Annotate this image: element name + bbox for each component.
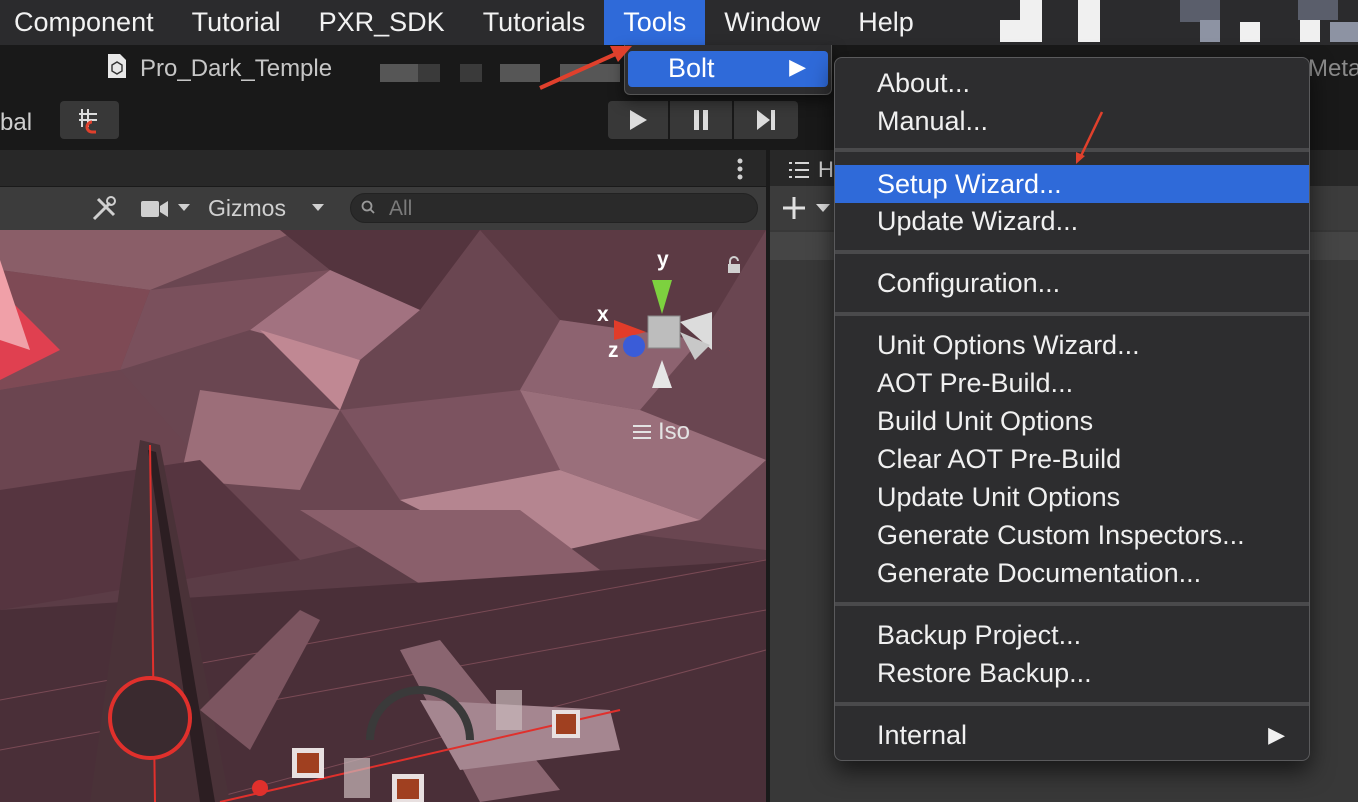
camera-dropdown[interactable] [130,188,200,228]
search-placeholder: All [389,197,413,220]
menu-pxr-sdk[interactable]: PXR_SDK [300,0,464,45]
gizmos-chevron-icon[interactable] [311,203,325,213]
menu-item-aot-pre-build[interactable]: AOT Pre-Build... [835,364,1309,402]
submenu-arrow-icon: ▶ [789,54,806,79]
orientation-gizmo[interactable] [600,270,730,400]
menu-item-generate-custom-inspectors[interactable]: Generate Custom Inspectors... [835,516,1309,554]
menu-item-backup-project[interactable]: Backup Project... [835,616,1309,654]
step-button[interactable] [734,101,798,139]
menu-component[interactable]: Component [0,0,173,45]
hamburger-icon [633,425,651,439]
meta-label: Meta [1308,55,1358,82]
list-icon [789,162,809,178]
menu-item-update-unit-options[interactable]: Update Unit Options [835,478,1309,516]
projection-toggle[interactable]: Iso [658,418,690,446]
menu-separator [835,602,1309,606]
menu-help[interactable]: Help [839,0,933,45]
search-icon [361,200,375,214]
play-icon [630,110,647,130]
menu-separator [835,250,1309,254]
menu-item-build-unit-options[interactable]: Build Unit Options [835,402,1309,440]
menu-separator [835,702,1309,706]
menu-item-bolt[interactable]: Bolt ▶ [628,51,828,87]
menu-item-generate-documentation[interactable]: Generate Documentation... [835,554,1309,592]
tab-hierarchy[interactable]: H [818,157,834,183]
scene-viewport[interactable] [0,230,766,802]
scene-search-input[interactable]: All [350,193,758,223]
menu-item-unit-options-wizard[interactable]: Unit Options Wizard... [835,326,1309,364]
menu-separator [835,312,1309,316]
add-icon[interactable] [782,196,834,220]
unity-scene-icon [108,54,126,78]
lock-icon[interactable] [726,256,742,274]
menu-item-internal[interactable]: Internal ▶ [835,716,1309,754]
submenu-arrow-icon: ▶ [1268,722,1285,747]
menu-window[interactable]: Window [705,0,839,45]
pause-icon [694,110,708,130]
snap-grid-button[interactable] [60,101,119,139]
tools-icon[interactable] [90,195,118,223]
axis-z-label: z [608,339,619,362]
camera-icon [141,201,168,217]
global-toggle-label[interactable]: bal [0,109,32,137]
pause-button[interactable] [670,101,732,139]
chevron-down-icon [178,204,190,211]
app-menubar: Component Tutorial PXR_SDK Tutorials Too… [0,0,1358,45]
axis-x-label: x [597,303,609,326]
menu-item-about[interactable]: About... [835,64,1309,102]
axis-y-label: y [657,248,669,271]
panel-options-icon[interactable] [734,157,746,181]
step-icon [757,110,775,130]
menu-item-bolt-label: Bolt [668,53,715,83]
menu-item-update-wizard[interactable]: Update Wizard... [835,202,1309,240]
tools-menu-dropdown: Bolt ▶ [624,45,832,95]
document-title: Pro_Dark_Temple [140,55,333,82]
annotation-arrow-icon [539,46,632,90]
play-button[interactable] [608,101,668,139]
annotation-arrow-icon [1076,111,1104,164]
menu-tutorial[interactable]: Tutorial [173,0,300,45]
menu-item-configuration[interactable]: Configuration... [835,264,1309,302]
menu-item-setup-wizard[interactable]: Setup Wizard... [835,165,1309,203]
menu-item-internal-label: Internal [877,720,968,750]
gizmos-button[interactable]: Gizmos [208,195,286,222]
menu-item-restore-backup[interactable]: Restore Backup... [835,654,1309,692]
menu-item-clear-aot-pre-build[interactable]: Clear AOT Pre-Build [835,440,1309,478]
scene-panel-header [0,150,766,186]
grid-snap-icon [78,109,97,134]
